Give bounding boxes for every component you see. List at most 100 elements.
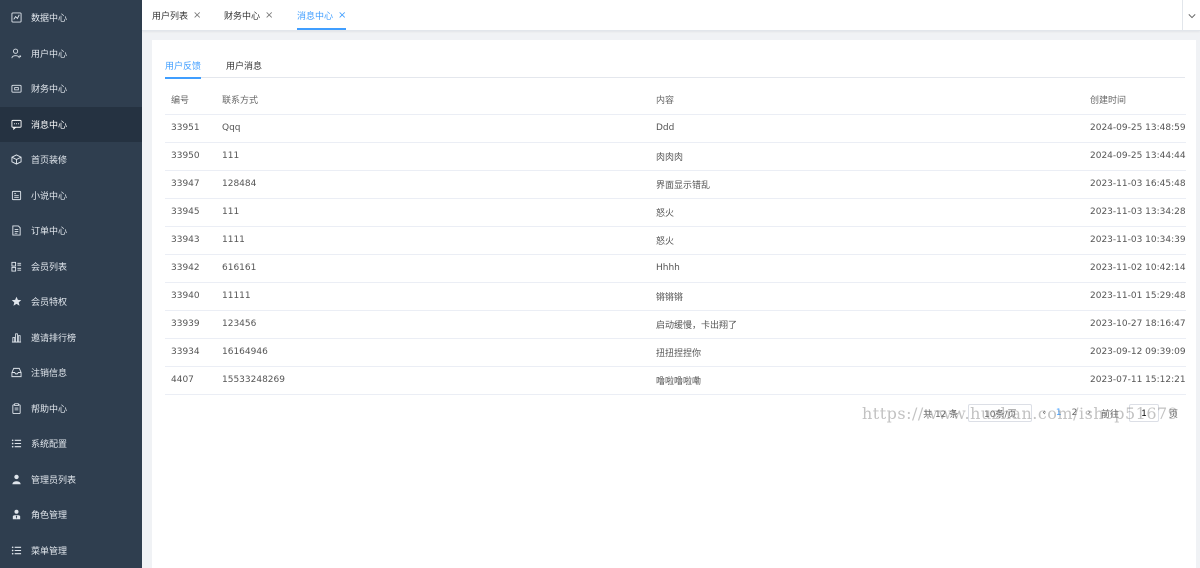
sidebar-item[interactable]: 数据中心 <box>0 0 142 36</box>
inbox-icon <box>11 367 22 378</box>
cell-content: 肉肉肉 <box>650 142 1084 171</box>
message-icon <box>11 119 22 130</box>
cell-id: 33947 <box>165 170 216 199</box>
cell-contact: 15533248269 <box>216 366 650 395</box>
cell-contact: 16164946 <box>216 338 650 367</box>
sidebar-item[interactable]: 系统配置 <box>0 426 142 462</box>
chevron-down-icon <box>1187 13 1196 18</box>
cell-content: 怒火 <box>650 226 1084 255</box>
document-icon <box>11 225 22 236</box>
tab-menu-dropdown[interactable] <box>1182 0 1200 31</box>
cell-id: 33934 <box>165 338 216 367</box>
sidebar-item[interactable]: 小说中心 <box>0 178 142 214</box>
cell-created-time: 2024-09-25 13:48:59 <box>1084 114 1186 143</box>
next-page-button[interactable]: › <box>1087 408 1091 418</box>
bar-chart-icon <box>11 332 22 343</box>
cell-contact: 123456 <box>216 310 650 339</box>
sidebar-item[interactable]: 首页装修 <box>0 142 142 178</box>
sidebar-item-label: 角色管理 <box>31 511 68 522</box>
sidebar-item-label: 系统配置 <box>31 440 68 451</box>
table-row: 33950 111 肉肉肉 2024-09-25 13:44:44 <box>165 142 1186 171</box>
prev-page-button[interactable]: ‹ <box>1042 408 1046 418</box>
person-icon <box>11 474 22 485</box>
tab-message-center[interactable]: 消息中心 × <box>297 0 347 31</box>
sidebar: 数据中心用户中心财务中心消息中心首页装修 小说中心 订单中心 会员列表会员特权邀请排行… <box>0 0 142 568</box>
table-row: 33951 Qqq Ddd 2024-09-25 13:48:59 <box>165 114 1186 143</box>
cell-created-time: 2023-10-27 18:16:47 <box>1084 310 1186 339</box>
sidebar-item[interactable]: 注销信息 <box>0 355 142 391</box>
column-header-created-time: 创建时间 <box>1084 86 1186 115</box>
tab-user-list[interactable]: 用户列表 × <box>152 0 201 31</box>
sidebar-item[interactable]: 财务中心 <box>0 71 142 107</box>
page-number[interactable]: 2 <box>1072 408 1078 418</box>
cell-created-time: 2024-09-25 13:44:44 <box>1084 142 1186 171</box>
cell-content: 启动缓慢，卡出翔了 <box>650 310 1084 339</box>
menu-list-icon <box>11 438 22 449</box>
cell-created-time: 2023-11-03 13:34:28 <box>1084 198 1186 227</box>
cell-created-time: 2023-09-12 09:39:09 <box>1084 338 1186 367</box>
close-icon[interactable]: × <box>265 10 273 21</box>
sidebar-item[interactable]: 用户中心 <box>0 36 142 72</box>
page-number[interactable]: 1 <box>1056 408 1062 418</box>
top-tab-bar: 用户列表 × 财务中心 × 消息中心 × <box>142 0 1200 31</box>
sidebar-item[interactable]: 帮助中心 <box>0 391 142 427</box>
table-row: 33945 111 怒火 2023-11-03 13:34:28 <box>165 198 1186 227</box>
subtab-user-messages[interactable]: 用户消息 <box>226 59 262 78</box>
cell-contact: 11111 <box>216 282 650 311</box>
sidebar-item[interactable]: 邀请排行榜 <box>0 320 142 356</box>
cell-contact: Qqq <box>216 114 650 143</box>
book-icon <box>11 190 22 201</box>
cell-created-time: 2023-07-11 15:12:21 <box>1084 366 1186 395</box>
sidebar-item-label: 会员特权 <box>31 298 68 309</box>
sidebar-item-label: 数据中心 <box>31 14 68 25</box>
table-row: 33947 128484 界面显示错乱 2023-11-03 16:45:48 <box>165 170 1186 199</box>
list-icon <box>11 261 22 272</box>
cell-id: 4407 <box>165 366 216 395</box>
sidebar-item-label: 用户中心 <box>31 49 68 60</box>
total-count: 共 12 条 <box>923 409 959 420</box>
cell-id: 33939 <box>165 310 216 339</box>
cell-created-time: 2023-11-02 10:42:14 <box>1084 254 1186 283</box>
sidebar-item[interactable]: 会员特权 <box>0 284 142 320</box>
cell-content: Ddd <box>650 114 1084 143</box>
cell-content: Hhhh <box>650 254 1084 283</box>
page-size-select[interactable]: 10条/页 <box>968 404 1033 422</box>
table-row: 33940 11111 锵锵锵 2023-11-01 15:29:48 <box>165 282 1186 311</box>
tab-finance-center[interactable]: 财务中心 × <box>224 0 273 31</box>
sidebar-item-label: 管理员列表 <box>31 475 77 486</box>
cell-created-time: 2023-11-01 15:29:48 <box>1084 282 1186 311</box>
sidebar-item-label: 消息中心 <box>31 120 68 131</box>
cell-contact: 616161 <box>216 254 650 283</box>
sidebar-item[interactable]: 订单中心 <box>0 213 142 249</box>
sidebar-item-label: 邀请排行榜 <box>31 333 77 344</box>
feedback-table: 编号 联系方式 内容 创建时间 33951 Qqq Ddd 2024-09-25 13… <box>165 86 1186 395</box>
close-icon[interactable]: × <box>338 10 346 21</box>
sidebar-item[interactable]: 消息中心 <box>0 106 142 142</box>
sub-tab-bar: 用户反馈 用户消息 <box>165 51 1185 79</box>
column-header-id: 编号 <box>165 86 216 115</box>
sidebar-item-label: 注销信息 <box>31 369 68 380</box>
tab-label: 消息中心 <box>297 12 334 22</box>
goto-page-input[interactable] <box>1128 404 1159 422</box>
cell-contact: 1111 <box>216 226 650 255</box>
cell-contact: 111 <box>216 142 650 171</box>
cell-content: 扭扭捏捏你 <box>650 338 1084 367</box>
user-icon <box>11 48 22 59</box>
chart-icon <box>11 12 22 23</box>
column-header-contact: 联系方式 <box>216 86 650 115</box>
column-header-content: 内容 <box>650 86 1084 115</box>
subtab-user-feedback[interactable]: 用户反馈 <box>165 59 202 79</box>
sidebar-item[interactable]: 角色管理 <box>0 497 142 533</box>
cell-created-time: 2023-11-03 16:45:48 <box>1084 170 1186 199</box>
sidebar-item[interactable]: 菜单管理 <box>0 533 142 568</box>
sidebar-item-label: 帮助中心 <box>31 404 68 415</box>
page-unit-label: 页 <box>1168 409 1178 420</box>
sidebar-item[interactable]: 管理员列表 <box>0 462 142 498</box>
table-row: 4407 15533248269 噜啦噜啦嘞 2023-07-11 15:12:21 <box>165 366 1186 395</box>
table-header-row: 编号 联系方式 内容 创建时间 <box>165 86 1186 115</box>
close-icon[interactable]: × <box>193 10 201 21</box>
wallet-icon <box>11 83 22 94</box>
sidebar-item[interactable]: 会员列表 <box>0 249 142 285</box>
role-icon <box>11 509 22 520</box>
cell-id: 33942 <box>165 254 216 283</box>
